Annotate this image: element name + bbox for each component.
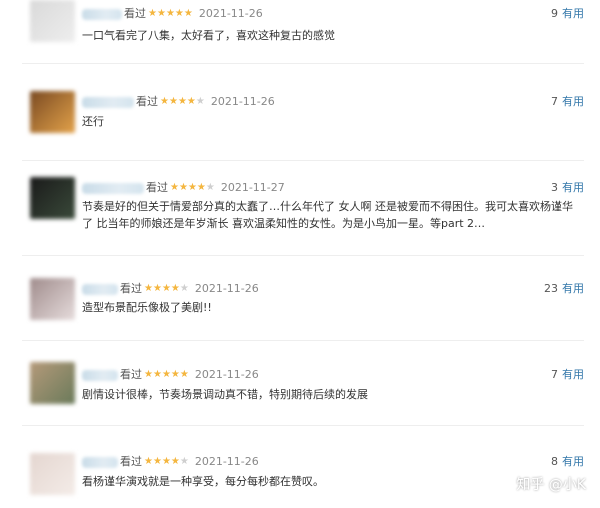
star-filled-icon: ★	[161, 369, 171, 380]
watched-label: 看过	[146, 181, 168, 194]
username-blurred[interactable]	[82, 456, 118, 468]
star-filled-icon: ★	[160, 96, 169, 107]
star-filled-icon: ★	[152, 283, 162, 294]
review-header: 看过 ★★★★★ 2021-11-26	[82, 94, 275, 110]
divider	[22, 255, 584, 256]
star-filled-icon: ★	[183, 8, 193, 19]
vote-area: 3 有用	[551, 180, 584, 196]
vote-area: 9 有用	[551, 6, 584, 22]
star-filled-icon: ★	[152, 369, 162, 380]
avatar[interactable]	[30, 0, 75, 42]
star-filled-icon: ★	[161, 456, 171, 467]
review-header: 看过 ★★★★★ 2021-11-27	[82, 180, 285, 196]
avatar[interactable]	[30, 278, 75, 320]
star-filled-icon: ★	[170, 456, 180, 467]
star-filled-icon: ★	[186, 96, 196, 107]
star-filled-icon: ★	[170, 182, 179, 193]
vote-area: 7 有用	[551, 367, 584, 383]
avatar[interactable]	[30, 362, 75, 404]
star-filled-icon: ★	[144, 456, 153, 467]
divider	[22, 63, 584, 64]
useful-count: 3	[551, 181, 558, 194]
useful-count: 23	[544, 282, 558, 295]
star-filled-icon: ★	[170, 369, 180, 380]
star-empty-icon: ★	[205, 182, 215, 193]
star-filled-icon: ★	[196, 182, 206, 193]
rating-stars: ★★★★★	[148, 8, 193, 19]
star-filled-icon: ★	[178, 182, 188, 193]
watermark: 知乎 @小K	[516, 477, 586, 493]
review-date: 2021-11-27	[220, 181, 285, 194]
star-filled-icon: ★	[177, 96, 187, 107]
useful-button[interactable]: 有用	[562, 95, 584, 108]
useful-count: 8	[551, 455, 558, 468]
star-empty-icon: ★	[179, 283, 189, 294]
useful-button[interactable]: 有用	[562, 455, 584, 468]
review-date: 2021-11-26	[194, 282, 259, 295]
review-date: 2021-11-26	[194, 455, 259, 468]
review-content: 看杨谨华演戏就是一种享受，每分每秒都在赞叹。	[82, 475, 324, 488]
username-blurred[interactable]	[82, 369, 118, 381]
star-filled-icon: ★	[144, 283, 153, 294]
watched-label: 看过	[136, 95, 158, 108]
watched-label: 看过	[120, 282, 142, 295]
useful-count: 9	[551, 7, 558, 20]
rating-stars: ★★★★★	[170, 182, 215, 193]
star-filled-icon: ★	[156, 8, 166, 19]
review-content: 节奏是好的但关于情爱部分真的太蠢了…什么年代了 女人啊 还是被爱而不得困住。我可…	[82, 200, 573, 230]
star-empty-icon: ★	[195, 96, 205, 107]
watched-label: 看过	[120, 368, 142, 381]
username-blurred[interactable]	[82, 96, 134, 108]
star-filled-icon: ★	[152, 456, 162, 467]
review-header: 看过 ★★★★★ 2021-11-26	[82, 6, 263, 22]
star-filled-icon: ★	[161, 283, 171, 294]
divider	[22, 160, 584, 161]
star-filled-icon: ★	[179, 369, 189, 380]
rating-stars: ★★★★★	[144, 369, 189, 380]
review-content: 剧情设计很棒，节奏场景调动真不错，特别期待后续的发展	[82, 388, 368, 401]
avatar[interactable]	[30, 177, 75, 219]
review-date: 2021-11-26	[210, 95, 275, 108]
review-header: 看过 ★★★★★ 2021-11-26	[82, 454, 259, 470]
avatar[interactable]	[30, 453, 75, 495]
star-filled-icon: ★	[174, 8, 184, 19]
review-date: 2021-11-26	[194, 368, 259, 381]
useful-button[interactable]: 有用	[562, 181, 584, 194]
review-content: 一口气看完了八集，太好看了，喜欢这种复古的感觉	[82, 29, 335, 42]
useful-button[interactable]: 有用	[562, 7, 584, 20]
useful-button[interactable]: 有用	[562, 368, 584, 381]
review-content: 造型布景配乐像极了美剧!!	[82, 301, 212, 314]
star-filled-icon: ★	[144, 369, 153, 380]
avatar[interactable]	[30, 91, 75, 133]
divider	[22, 340, 584, 341]
vote-area: 8 有用	[551, 454, 584, 470]
star-filled-icon: ★	[148, 8, 157, 19]
review-header: 看过 ★★★★★ 2021-11-26	[82, 281, 259, 297]
star-empty-icon: ★	[179, 456, 189, 467]
star-filled-icon: ★	[168, 96, 178, 107]
watched-label: 看过	[124, 7, 146, 20]
rating-stars: ★★★★★	[160, 96, 205, 107]
watched-label: 看过	[120, 455, 142, 468]
review-date: 2021-11-26	[198, 7, 263, 20]
useful-count: 7	[551, 368, 558, 381]
username-blurred[interactable]	[82, 8, 122, 20]
username-blurred[interactable]	[82, 283, 118, 295]
review-content: 还行	[82, 115, 104, 128]
rating-stars: ★★★★★	[144, 456, 189, 467]
divider	[22, 425, 584, 426]
star-filled-icon: ★	[187, 182, 197, 193]
useful-button[interactable]: 有用	[562, 282, 584, 295]
rating-stars: ★★★★★	[144, 283, 189, 294]
useful-count: 7	[551, 95, 558, 108]
vote-area: 7 有用	[551, 94, 584, 110]
username-blurred[interactable]	[82, 182, 144, 194]
star-filled-icon: ★	[165, 8, 175, 19]
vote-area: 23 有用	[544, 281, 584, 297]
review-header: 看过 ★★★★★ 2021-11-26	[82, 367, 259, 383]
star-filled-icon: ★	[170, 283, 180, 294]
